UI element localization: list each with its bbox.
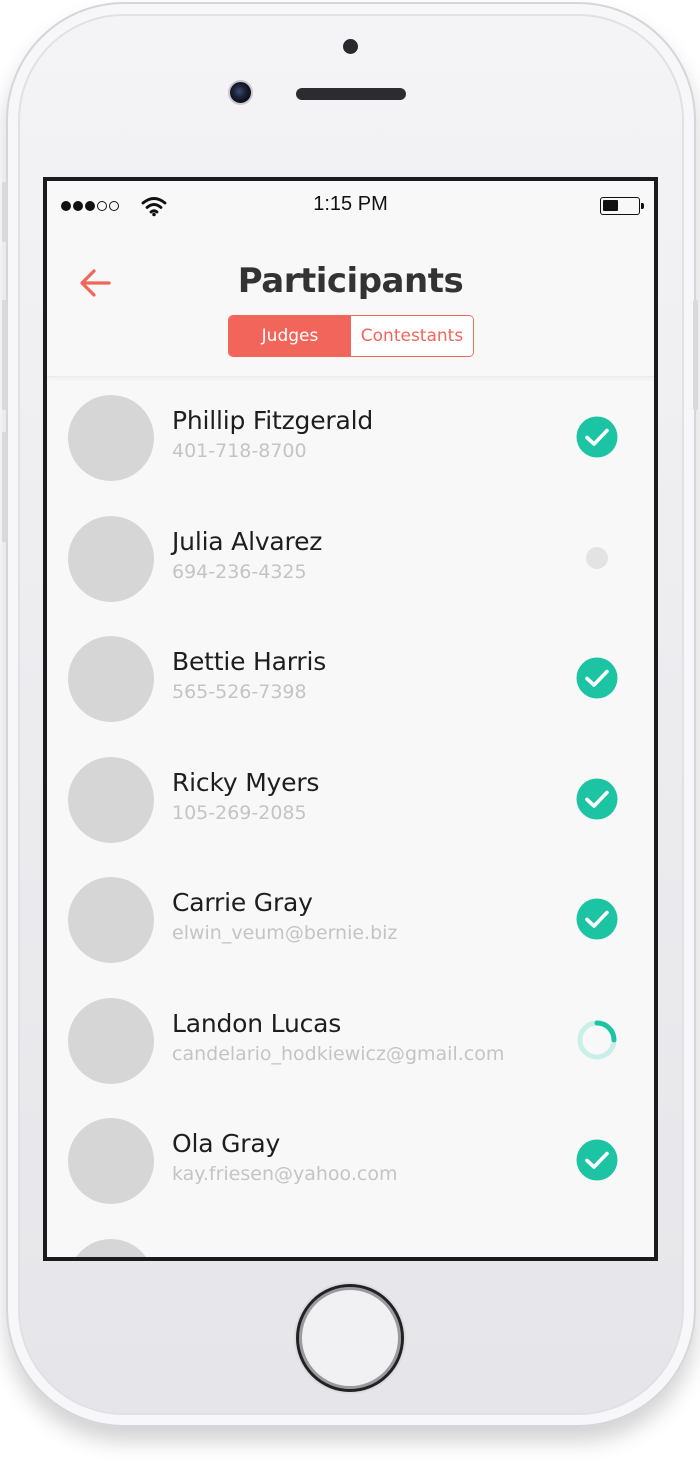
earpiece-speaker (296, 88, 406, 100)
participant-contact: 565-526-7398 (172, 681, 307, 703)
avatar (68, 1118, 154, 1204)
page-title: Participants (237, 261, 464, 301)
navigation-header: Participants Judges Contestants (47, 227, 654, 377)
checkmark-circle-icon (576, 1139, 618, 1181)
tab-judges[interactable]: Judges (229, 316, 351, 356)
power-button (693, 300, 698, 410)
participant-name: Bettie Harris (172, 647, 327, 676)
participant-name: Julia Alvarez (172, 526, 323, 556)
avatar (68, 636, 154, 722)
screen: 1:15 PM Participants Judges Contestants … (43, 177, 658, 1261)
checkmark-circle-icon (576, 898, 618, 940)
participant-name: Landon Lucas (172, 1008, 342, 1038)
volume-down-button (2, 432, 7, 542)
tab-contestants[interactable]: Contestants (351, 316, 473, 356)
avatar (68, 877, 154, 963)
avatar (68, 395, 154, 481)
participant-name: Carrie Gray (172, 888, 313, 917)
status-time: 1:15 PM (313, 193, 388, 215)
avatar (68, 1238, 154, 1257)
status-indicator (576, 537, 618, 579)
avatar (68, 756, 154, 843)
checkmark-circle-icon (576, 416, 618, 458)
status-indicator (576, 778, 618, 820)
loading-spinner-icon (577, 1020, 617, 1059)
participant-contact: candelario_hodkiewicz@gmail.com (172, 1042, 505, 1065)
proximity-sensor (343, 39, 358, 54)
segmented-control: Judges Contestants (228, 315, 474, 357)
checkmark-circle-icon (576, 778, 618, 819)
participant-name: Ricky Myers (172, 767, 320, 797)
battery-icon (600, 197, 644, 215)
status-indicator (576, 1019, 618, 1061)
list-item[interactable] (47, 1222, 654, 1257)
participant-contact: kay.friesen@yahoo.com (172, 1163, 398, 1185)
list-item[interactable]: Ricky Myers 105-269-2085 (47, 740, 654, 861)
avatar (68, 997, 154, 1084)
mute-switch (2, 182, 7, 242)
home-button[interactable] (296, 1284, 404, 1392)
participant-contact: 105-269-2085 (172, 801, 307, 824)
checkmark-circle-icon (576, 657, 618, 699)
status-indicator (576, 1139, 618, 1181)
status-bar: 1:15 PM (47, 181, 654, 227)
volume-up-button (2, 300, 7, 410)
front-camera (228, 80, 253, 105)
participant-contact: 401-718-8700 (172, 440, 307, 462)
list-item[interactable]: Bettie Harris 565-526-7398 (47, 619, 654, 740)
participant-list: Phillip Fitzgerald 401-718-8700 Julia Alva… (47, 378, 654, 1257)
status-indicator (576, 416, 618, 458)
participant-name: Phillip Fitzgerald (172, 406, 374, 435)
pending-dot-icon (586, 546, 608, 569)
status-indicator (576, 657, 618, 699)
list-item[interactable]: Ola Gray kay.friesen@yahoo.com (47, 1101, 654, 1222)
avatar (68, 515, 154, 602)
list-item[interactable]: Phillip Fitzgerald 401-718-8700 (47, 378, 654, 499)
list-item[interactable]: Carrie Gray elwin_veum@bernie.biz (47, 860, 654, 981)
list-item[interactable]: Landon Lucas candelario_hodkiewicz@gmail.… (47, 981, 654, 1102)
participant-contact: elwin_veum@bernie.biz (172, 922, 398, 944)
participant-name: Ola Gray (172, 1129, 281, 1158)
list-item[interactable]: Julia Alvarez 694-236-4325 (47, 499, 654, 620)
participant-contact: 694-236-4325 (172, 560, 307, 583)
status-indicator (576, 898, 618, 940)
